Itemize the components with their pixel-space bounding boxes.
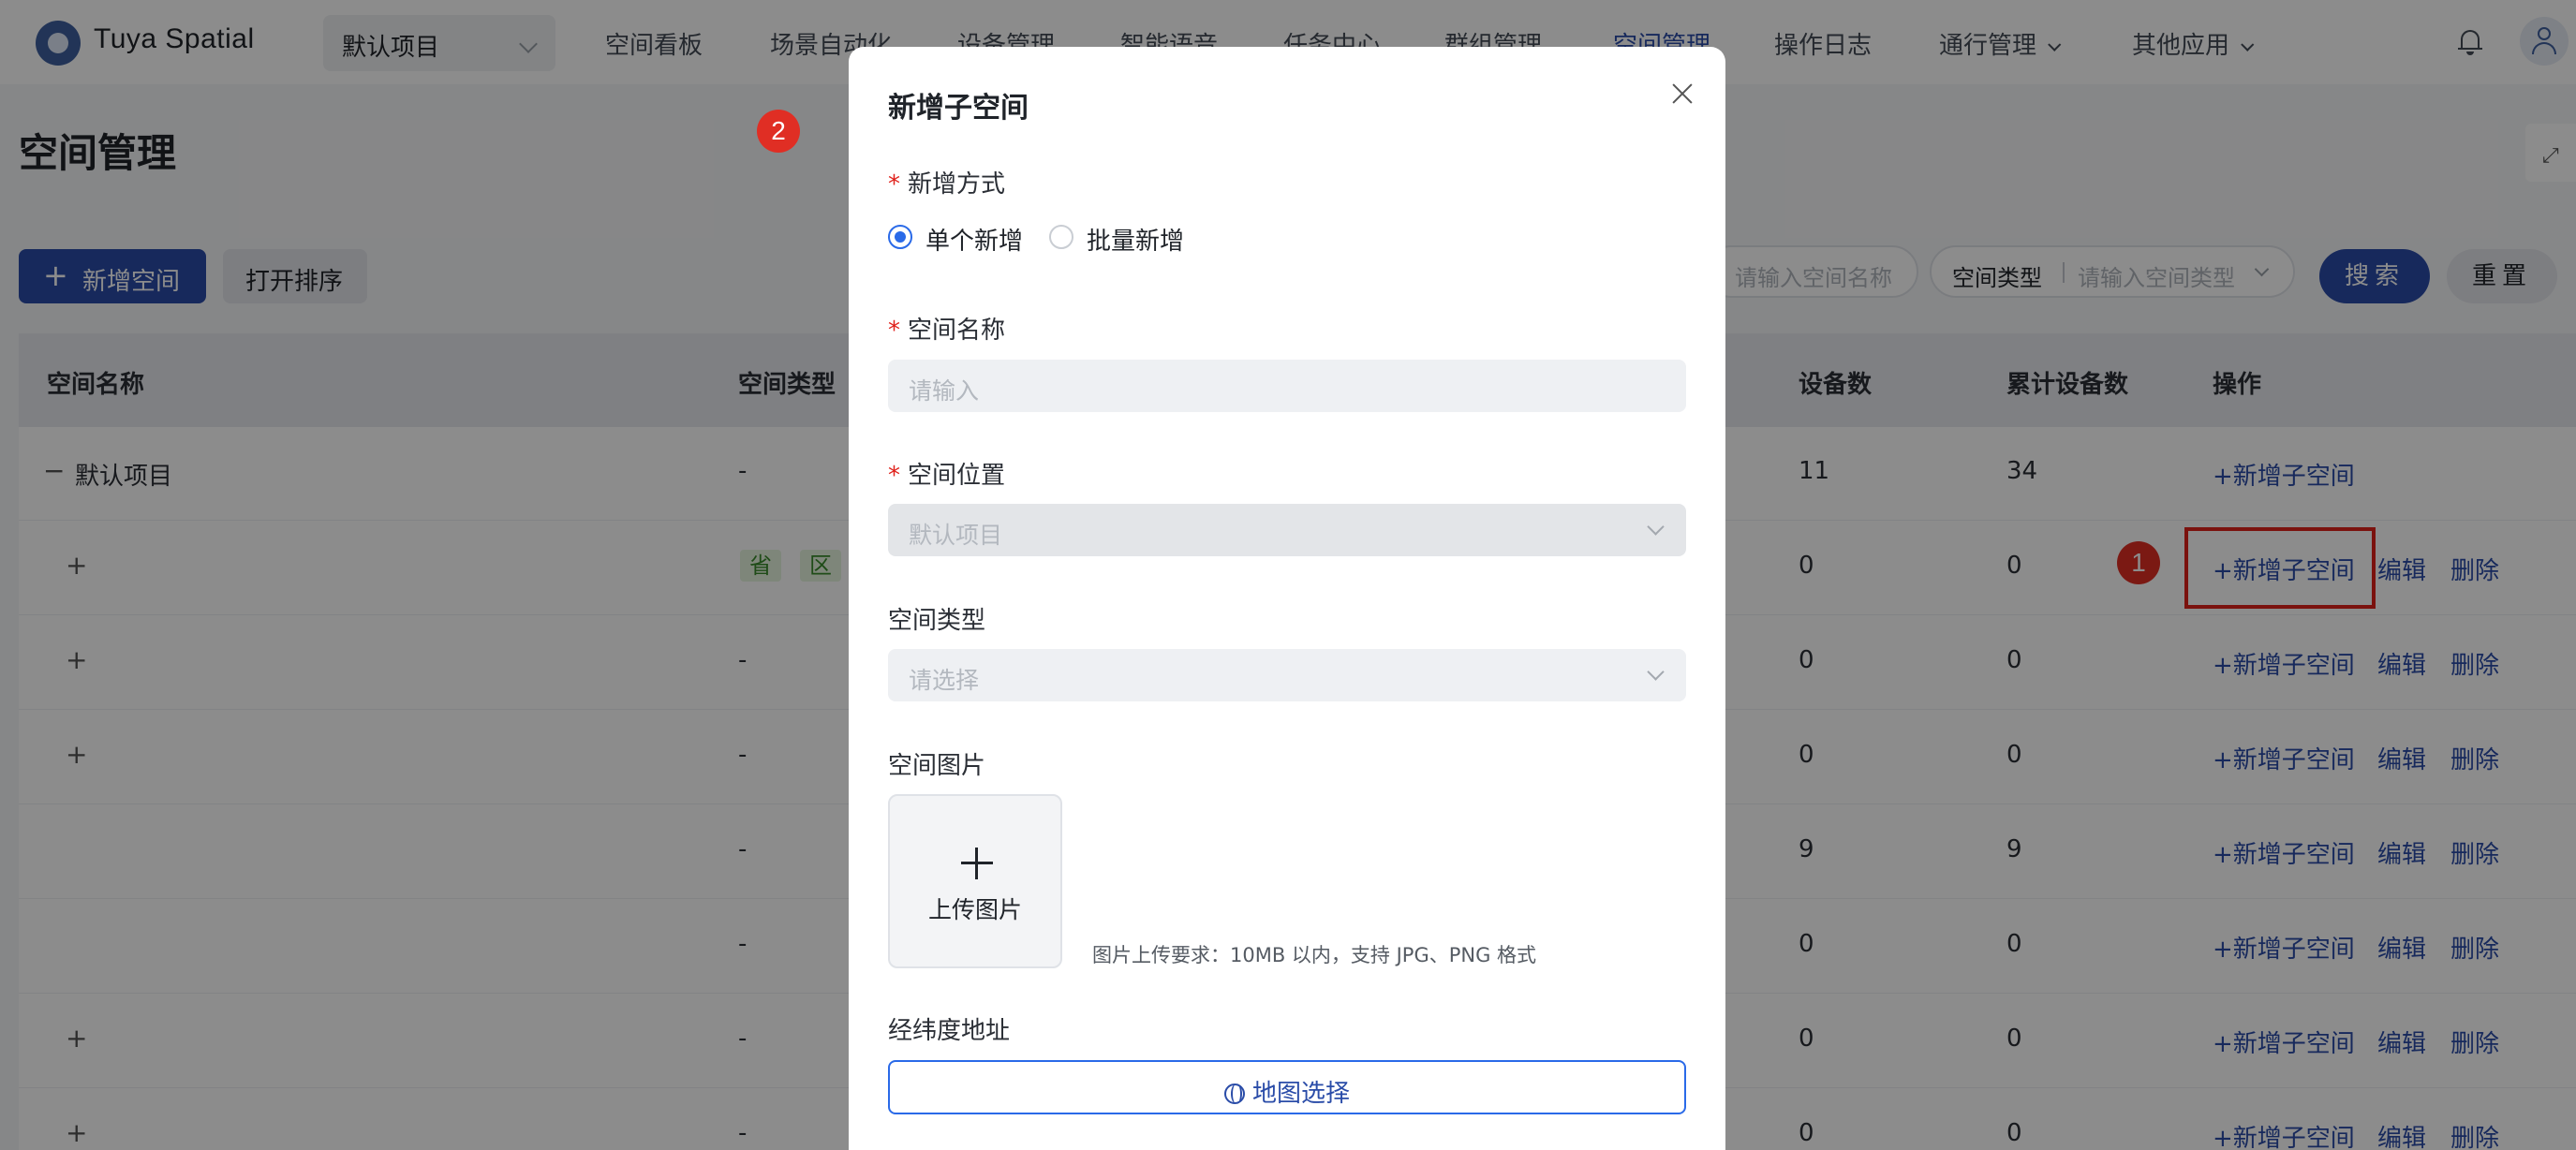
globe-icon <box>1223 1084 1245 1104</box>
close-icon[interactable] <box>1664 75 1701 112</box>
space-name-input[interactable]: 请输入 <box>888 360 1686 412</box>
upload-image-label: 上传图片 <box>927 896 1022 923</box>
add-sub-space-dialog: 新增子空间 * 新增方式 单个新增 批量新增 * 空间名称 请输入 * 空间位置 默认… <box>849 47 1725 1150</box>
radio-single-add-label[interactable]: 单个新增 <box>925 222 1023 257</box>
map-select-label: 地图选择 <box>1251 1080 1350 1108</box>
add-mode-label: * 新增方式 <box>888 165 1005 199</box>
space-type-placeholder: 请选择 <box>909 667 980 694</box>
dialog-title: 新增子空间 <box>888 92 1029 125</box>
chevron-down-icon <box>1647 663 1665 681</box>
chevron-down-icon <box>1647 518 1665 536</box>
required-mark: * <box>888 170 900 199</box>
space-image-label: 空间图片 <box>888 752 986 780</box>
space-name-placeholder: 请输入 <box>909 377 980 405</box>
space-location-select: 默认项目 <box>888 504 1686 556</box>
required-mark: * <box>888 317 900 345</box>
space-location-value: 默认项目 <box>909 522 1003 549</box>
plus-icon-stem <box>975 848 978 879</box>
space-name-label: * 空间名称 <box>888 311 1005 346</box>
required-mark: * <box>888 462 900 490</box>
step-marker-2: 2 <box>757 110 800 153</box>
map-select-button[interactable]: 地图选择 <box>888 1060 1686 1114</box>
radio-batch-add[interactable] <box>1049 225 1073 249</box>
add-mode-label-text: 新增方式 <box>908 170 1006 199</box>
space-location-label: * 空间位置 <box>888 456 1005 491</box>
radio-batch-add-label[interactable]: 批量新增 <box>1087 222 1184 257</box>
space-type-select[interactable]: 请选择 <box>888 649 1686 701</box>
upload-hint: 图片上传要求：10MB 以内，支持 JPG、PNG 格式 <box>1092 944 1537 966</box>
coordinates-label: 经纬度地址 <box>888 1017 1011 1045</box>
space-location-label-text: 空间位置 <box>908 462 1006 490</box>
upload-image-button[interactable]: 上传图片 <box>888 794 1062 968</box>
radio-single-add[interactable] <box>888 225 912 249</box>
space-type-label: 空间类型 <box>888 607 986 635</box>
space-name-label-text: 空间名称 <box>908 317 1006 345</box>
